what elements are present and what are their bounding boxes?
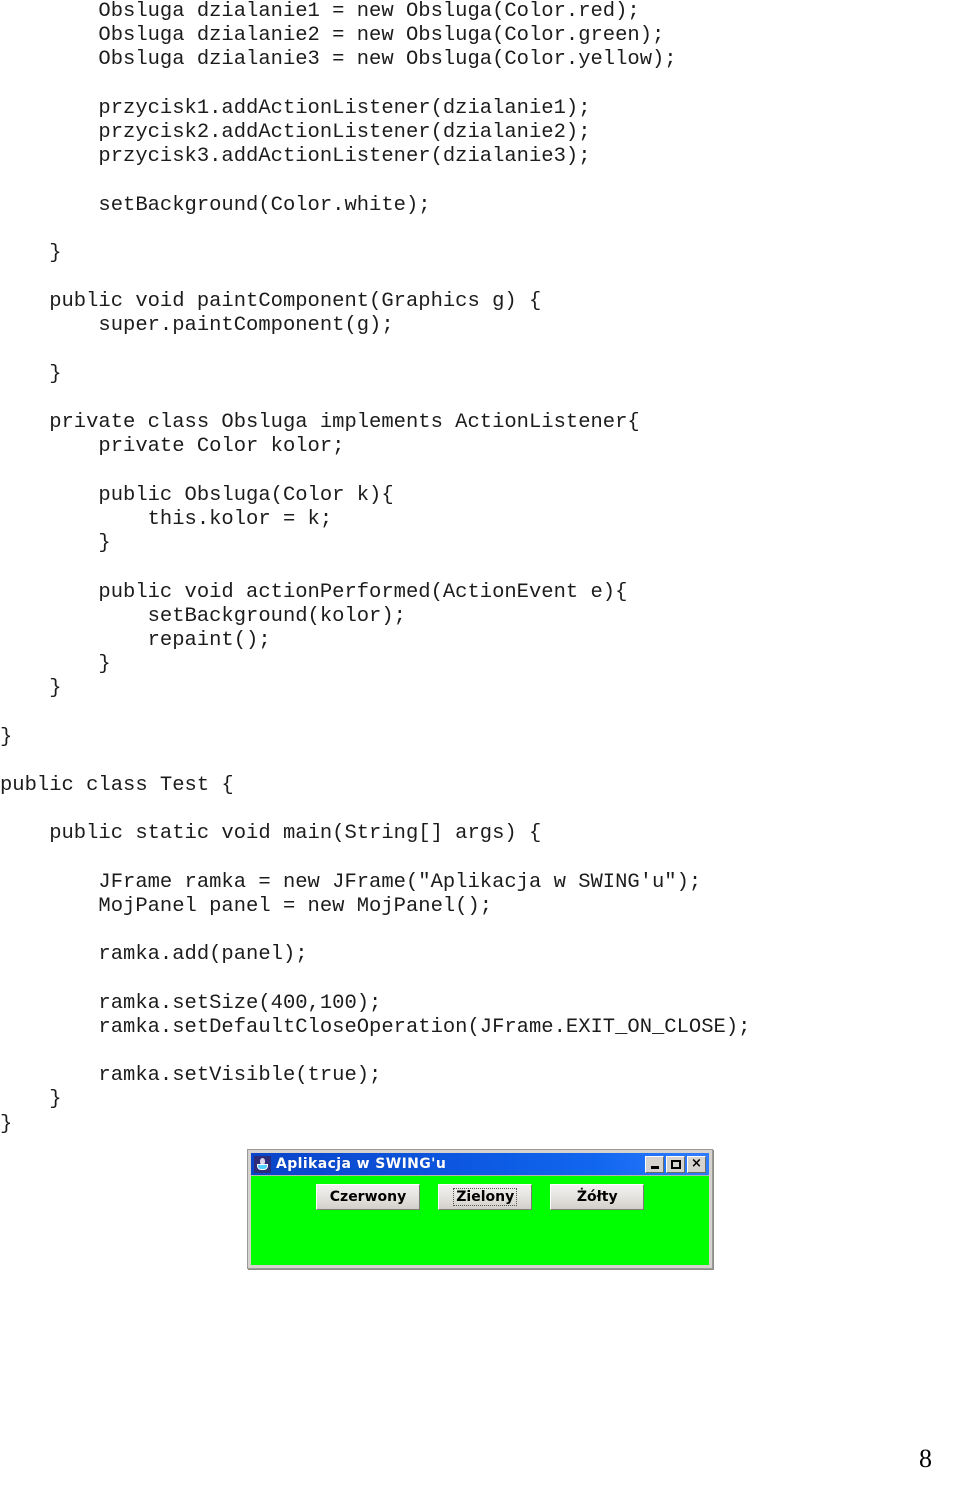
code-line: przycisk1.addActionListener(dzialanie1); (0, 96, 591, 120)
code-line: Obsluga dzialanie3 = new Obsluga(Color.y… (0, 48, 677, 72)
page-number: 8 (919, 1444, 932, 1473)
window-controls: × (645, 1155, 707, 1173)
code-line: public void actionPerformed(ActionEvent … (0, 580, 628, 604)
code-line: ramka.setDefaultCloseOperation(JFrame.EX… (0, 1015, 751, 1039)
code-line: public Obsluga(Color k){ (0, 483, 394, 507)
code-line: ramka.setVisible(true); (0, 1064, 382, 1088)
code-line: } (0, 1088, 62, 1112)
java-code-listing: Obsluga dzialanie1 = new Obsluga(Color.r… (0, 0, 960, 1137)
zielony-button[interactable]: Zielony (438, 1184, 533, 1210)
code-line: } (0, 725, 13, 749)
code-line: setBackground(Color.white); (0, 193, 431, 217)
code-line: JFrame ramka = new JFrame("Aplikacja w S… (0, 870, 702, 894)
window-title: Aplikacja w SWING'u (276, 1156, 447, 1172)
close-button[interactable]: × (687, 1155, 706, 1173)
code-line: this.kolor = k; (0, 507, 333, 531)
code-line: przycisk2.addActionListener(dzialanie2); (0, 120, 591, 144)
code-line: Obsluga dzialanie2 = new Obsluga(Color.g… (0, 24, 665, 48)
code-line: setBackground(kolor); (0, 604, 406, 628)
czerwony-button-label: Czerwony (329, 1189, 407, 1205)
zolty-button-label: Żółty (576, 1189, 618, 1205)
code-line: public static void main(String[] args) { (0, 822, 542, 846)
maximize-button[interactable] (666, 1155, 685, 1173)
maximize-icon (670, 1159, 681, 1169)
code-line: } (0, 362, 62, 386)
code-line: } (0, 677, 62, 701)
swing-green-panel: Czerwony Zielony Żółty (251, 1175, 709, 1265)
code-line: } (0, 653, 111, 677)
code-line: } (0, 532, 111, 556)
close-icon: × (691, 1156, 702, 1171)
document-page: Obsluga dzialanie1 = new Obsluga(Color.r… (0, 0, 960, 1498)
code-line: ramka.add(panel); (0, 943, 308, 967)
czerwony-button[interactable]: Czerwony (315, 1184, 421, 1210)
code-line: } (0, 1112, 13, 1136)
minimize-icon (650, 1166, 659, 1169)
window-titlebar: Aplikacja w SWING'u × (251, 1153, 709, 1175)
zolty-button[interactable]: Żółty (550, 1184, 645, 1210)
code-line: private class Obsluga implements ActionL… (0, 411, 640, 435)
code-line: public void paintComponent(Graphics g) { (0, 290, 542, 314)
code-line: przycisk3.addActionListener(dzialanie3); (0, 145, 591, 169)
minimize-button[interactable] (645, 1155, 664, 1173)
java-cup-icon (254, 1155, 271, 1173)
code-line: ramka.setSize(400,100); (0, 991, 382, 1015)
code-line: public class Test { (0, 774, 234, 797)
code-line: Obsluga dzialanie1 = new Obsluga(Color.r… (0, 0, 640, 23)
code-line: super.paintComponent(g); (0, 314, 394, 338)
code-line: private Color kolor; (0, 435, 345, 459)
swing-application-window-screenshot: Aplikacja w SWING'u × Czerwony Zielony Ż… (247, 1149, 713, 1269)
zielony-button-label: Zielony (453, 1188, 518, 1206)
code-line: } (0, 241, 62, 265)
code-line: repaint(); (0, 628, 271, 652)
code-line: MojPanel panel = new MojPanel(); (0, 894, 493, 918)
